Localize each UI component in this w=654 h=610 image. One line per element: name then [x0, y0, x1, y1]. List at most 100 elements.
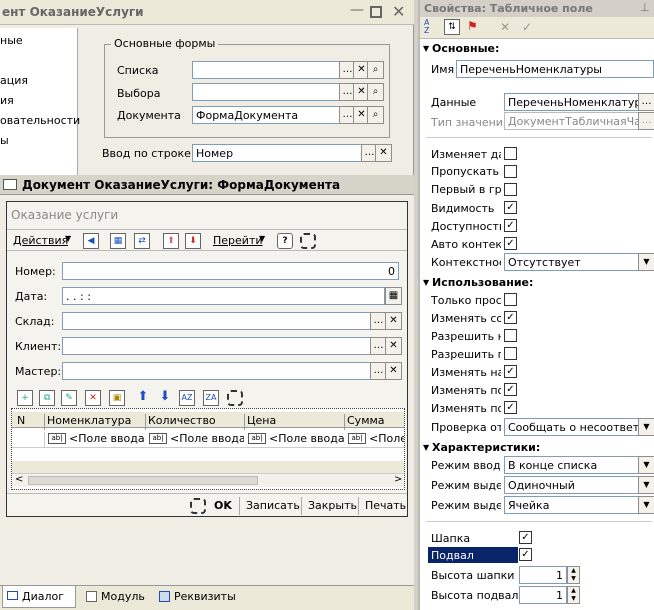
chevron-down-icon[interactable]: ▼ [638, 496, 654, 514]
edit-row-icon[interactable]: ✎ [61, 390, 77, 406]
clear-icon[interactable]: ✕ [375, 144, 392, 162]
copy-icon[interactable]: ⇄ [134, 233, 150, 249]
chevron-down-icon[interactable]: ▼ [638, 476, 654, 494]
prop-checkbox[interactable]: ✓ [504, 237, 517, 250]
table-cell[interactable]: <Поле ввода> [69, 432, 145, 445]
table-cell[interactable]: <Поле [369, 432, 404, 445]
table-cell[interactable]: <Поле ввода> [170, 432, 244, 445]
move-down-icon[interactable]: ⬇ [157, 390, 173, 406]
prop-checkbox[interactable]: ✓ [504, 401, 517, 414]
chevron-down-icon[interactable]: ▼ [638, 253, 654, 271]
pin-icon[interactable]: ⊥ [640, 1, 650, 14]
add-row-icon[interactable]: + [17, 390, 33, 406]
delete-row-icon[interactable]: ✕ [85, 390, 101, 406]
end-edit-icon[interactable]: ▣ [109, 390, 125, 406]
column-header[interactable]: Сумма [345, 414, 404, 430]
column-header[interactable]: Количество [146, 414, 245, 430]
actions-menu[interactable]: Действия [13, 234, 68, 247]
open-icon[interactable]: ⌕ [367, 106, 384, 124]
client-field[interactable] [62, 337, 371, 355]
footer-height-stepper[interactable]: ▲ ▼ [567, 586, 580, 604]
sort-desc-icon[interactable]: ZA [203, 390, 219, 406]
table-cell[interactable]: <Поле ввода> [269, 432, 344, 445]
tree-item[interactable]: ные [0, 34, 23, 47]
choice-form-field[interactable] [192, 83, 340, 101]
close-icon[interactable]: ✕ [392, 2, 405, 21]
scroll-thumb[interactable] [28, 476, 258, 485]
horizontal-scrollbar[interactable]: < > [12, 473, 404, 487]
selection-mode-select[interactable]: Одиночный [504, 476, 640, 494]
prop-checkbox[interactable] [504, 183, 517, 196]
prop-checkbox[interactable] [504, 147, 517, 160]
selection-display-select[interactable]: Ячейка [504, 496, 640, 514]
list-form-field[interactable] [192, 61, 340, 79]
placeholder-icon[interactable] [300, 233, 316, 249]
header-height-field[interactable]: 1 [519, 566, 567, 584]
column-header[interactable]: Цена [245, 414, 345, 430]
section-usage-toggle[interactable]: ▼ [423, 278, 429, 287]
header-height-stepper[interactable]: ▲ ▼ [567, 566, 580, 584]
save-button[interactable]: Записать [246, 499, 300, 512]
date-field[interactable]: . . : : [62, 287, 385, 305]
open-icon[interactable]: ⌕ [367, 83, 384, 101]
select-button[interactable]: … [638, 93, 654, 111]
placeholder-icon[interactable] [190, 498, 206, 514]
column-header[interactable]: Номенклатура [45, 414, 146, 430]
column-header[interactable]: N [17, 414, 45, 430]
section-basic-toggle[interactable]: ▼ [423, 44, 429, 53]
prop-checkbox[interactable]: ✓ [504, 365, 517, 378]
sort-asc-icon[interactable]: AZ [179, 390, 195, 406]
table-field[interactable]: N Номенклатура Количество Цена Сумма ab|… [11, 408, 405, 490]
table-icon[interactable]: ▦ [110, 233, 126, 249]
table-row[interactable]: ab| <Поле ввода> ab| <Поле ввода> ab| <П… [12, 430, 404, 448]
name-field[interactable]: ПереченьНоменклатуры [456, 60, 654, 78]
master-field[interactable] [62, 362, 371, 380]
chevron-down-icon[interactable]: ▼ [638, 418, 654, 436]
calendar-icon[interactable]: ▦ [385, 287, 402, 305]
prop-checkbox[interactable]: ✓ [504, 383, 517, 396]
context-select[interactable]: Отсутствует [504, 253, 640, 271]
clear-icon[interactable]: ✕ [385, 362, 402, 380]
scroll-left-icon[interactable]: < [15, 474, 23, 485]
input-mode-select[interactable]: В конце списка [504, 456, 640, 474]
tab-dialog[interactable]: Диалог [2, 586, 76, 608]
help-icon[interactable]: ? [277, 233, 293, 249]
prop-checkbox[interactable] [504, 293, 517, 306]
prop-checkbox[interactable] [504, 329, 517, 342]
prop-checkbox[interactable]: ✓ [504, 311, 517, 324]
move-up-icon[interactable]: ⬆ [135, 390, 151, 406]
cancel-icon[interactable]: ✕ [500, 20, 510, 34]
placeholder-icon[interactable] [227, 390, 243, 406]
maximize-icon[interactable] [370, 6, 382, 18]
prop-checkbox[interactable] [504, 165, 517, 178]
prop-checkbox[interactable] [504, 347, 517, 360]
input-by-string-field[interactable]: Номер [192, 144, 362, 162]
goto-menu[interactable]: Перейти [213, 234, 263, 247]
tab-attributes[interactable]: Реквизиты [155, 586, 245, 608]
clear-icon[interactable]: ✕ [385, 337, 402, 355]
data-field[interactable]: ПереченьНоменклатуры [504, 93, 640, 111]
section-char-toggle[interactable]: ▼ [423, 443, 429, 452]
header-checkbox[interactable]: ✓ [519, 531, 532, 544]
prop-checkbox[interactable]: ✓ [504, 201, 517, 214]
document-form-field[interactable]: ФормаДокумента [192, 106, 340, 124]
prop-checkbox[interactable]: ✓ [504, 219, 517, 232]
minimize-icon[interactable]: — [350, 2, 364, 18]
print-button[interactable]: Печать [365, 499, 406, 512]
sort-alpha-icon[interactable]: AZ [424, 19, 429, 35]
apply-icon[interactable]: ✓ [522, 20, 532, 34]
open-icon[interactable]: ⌕ [367, 61, 384, 79]
sort-category-icon[interactable]: ⇅ [444, 19, 460, 35]
footer-height-field[interactable]: 1 [519, 586, 567, 604]
tree-item[interactable]: ия [0, 94, 14, 107]
tree-item[interactable]: ы [0, 134, 9, 147]
close-button[interactable]: Закрыть [308, 499, 357, 512]
clear-icon[interactable]: ✕ [385, 312, 402, 330]
copy-row-icon[interactable]: ⧉ [39, 390, 55, 406]
unpost-icon[interactable]: ⬇ [185, 233, 201, 249]
warehouse-field[interactable] [62, 312, 371, 330]
chevron-down-icon[interactable]: ▼ [638, 456, 654, 474]
post-icon[interactable]: ⬆ [163, 233, 179, 249]
tab-module[interactable]: Модуль [82, 586, 152, 608]
ok-button[interactable]: OK [214, 499, 232, 512]
